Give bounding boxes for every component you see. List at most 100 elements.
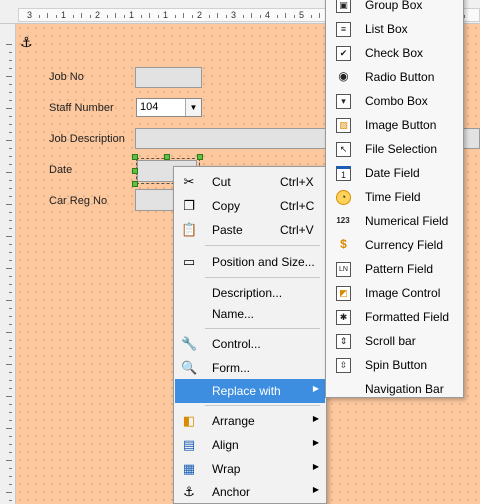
ruler-tick-label: 3 <box>27 10 33 20</box>
menu-item-control[interactable]: 🔧 Control... <box>175 332 325 356</box>
ruler-tick <box>208 15 210 18</box>
menu-item-replace-with[interactable]: Replace with ▶ <box>175 379 325 403</box>
resize-handle[interactable] <box>132 154 138 160</box>
ruler-tick <box>9 404 12 405</box>
list-box-icon: ≡ <box>336 22 351 37</box>
ruler-tick <box>9 380 12 381</box>
scissors-icon: ✂ <box>183 174 195 189</box>
date-label: Date <box>49 164 73 176</box>
menu-item-align[interactable]: ▤ Align ▶ <box>175 433 325 457</box>
ruler-tick <box>6 204 12 205</box>
ruler-tick <box>6 76 12 77</box>
submenu-arrow-icon: ▶ <box>312 438 319 447</box>
car-reg-no-field[interactable] <box>135 189 175 211</box>
menu-item-anchor[interactable]: ⚓ Anchor ▶ <box>175 480 325 504</box>
resize-handle[interactable] <box>132 168 138 174</box>
menu-item-wrap[interactable]: ▦ Wrap ▶ <box>175 457 325 481</box>
submenu-arrow-icon: ▶ <box>312 414 319 423</box>
position-size-icon: ▭ <box>182 254 196 269</box>
currency-field-icon: $ <box>340 237 347 251</box>
group-box-icon: ▣ <box>336 0 351 13</box>
submenu-item-label: Navigation Bar <box>365 382 444 396</box>
submenu-item-date-field[interactable]: 1 Date Field <box>327 161 462 185</box>
ruler-tick <box>217 13 218 18</box>
resize-handle[interactable] <box>164 154 170 160</box>
ruler-tick <box>251 13 252 18</box>
submenu-item-time-field[interactable]: ◔ Time Field <box>327 185 462 209</box>
ruler-tick <box>9 420 12 421</box>
menu-item-label: Arrange <box>212 414 255 428</box>
job-no-label: Job No <box>49 71 84 83</box>
menu-item-cut[interactable]: ✂ Cut Ctrl+X <box>175 170 325 194</box>
submenu-item-image-control[interactable]: ◩ Image Control <box>327 281 462 305</box>
staff-number-label: Staff Number <box>49 102 114 114</box>
submenu-item-radio-button[interactable]: ◉ Radio Button <box>327 65 462 89</box>
ruler-tick <box>81 13 82 18</box>
ruler-tick-label: 3 <box>231 10 237 20</box>
ruler-tick-label: 2 <box>197 10 203 20</box>
ruler-tick-label: 2 <box>95 10 101 20</box>
ruler-tick <box>9 220 12 221</box>
ruler-tick <box>6 460 12 461</box>
ruler-tick <box>9 372 12 373</box>
submenu-item-spin-button[interactable]: ⇳ Spin Button <box>327 353 462 377</box>
submenu-item-navigation-bar[interactable]: Navigation Bar <box>327 377 462 401</box>
ruler-tick <box>9 452 12 453</box>
ruler-tick <box>319 13 320 18</box>
staff-number-combo[interactable]: 104 ▼ <box>136 98 202 117</box>
ruler-tick <box>9 244 12 245</box>
submenu-item-pattern-field[interactable]: LN Pattern Field <box>327 257 462 281</box>
submenu-item-check-box[interactable]: ✔ Check Box <box>327 41 462 65</box>
job-no-field[interactable] <box>135 67 202 88</box>
resize-handle[interactable] <box>197 154 203 160</box>
ruler-tick <box>9 324 12 325</box>
submenu-item-combo-box[interactable]: ▾ Combo Box <box>327 89 462 113</box>
submenu-item-label: Radio Button <box>365 70 435 84</box>
ruler-tick <box>55 15 57 18</box>
control-properties-icon: 🔧 <box>181 336 198 351</box>
submenu-item-numerical-field[interactable]: 123 Numerical Field <box>327 209 462 233</box>
menu-item-arrange[interactable]: ◧ Arrange ▶ <box>175 409 325 433</box>
ruler-tick <box>174 15 176 18</box>
submenu-item-label: List Box <box>365 22 408 36</box>
replace-with-submenu: ▣ Group Box ≡ List Box ✔ Check Box ◉ Rad… <box>325 0 464 398</box>
radio-button-icon: ◉ <box>338 69 349 83</box>
ruler-tick <box>9 164 12 165</box>
submenu-item-file-selection[interactable]: ↖ File Selection <box>327 137 462 161</box>
ruler-tick <box>9 340 12 341</box>
menu-item-form[interactable]: 🔍 Form... <box>175 356 325 380</box>
menu-item-paste[interactable]: 📋 Paste Ctrl+V <box>175 218 325 242</box>
ruler-tick <box>293 15 295 18</box>
ruler-tick <box>6 364 12 365</box>
ruler-tick <box>6 108 12 109</box>
submenu-item-formatted-field[interactable]: ✱ Formatted Field <box>327 305 462 329</box>
time-field-icon: ◔ <box>336 190 351 205</box>
shortcut-label: Ctrl+X <box>280 175 314 189</box>
ruler-tick <box>242 15 244 18</box>
arrange-icon: ◧ <box>182 413 196 428</box>
ruler-tick <box>9 388 12 389</box>
menu-item-position-size[interactable]: ▭ Position and Size... <box>175 250 325 274</box>
ruler-tick <box>9 476 12 477</box>
chevron-down-icon[interactable]: ▼ <box>185 99 201 116</box>
ruler-tick <box>115 13 116 18</box>
wrap-icon: ▦ <box>182 461 196 476</box>
submenu-item-currency-field[interactable]: $ Currency Field <box>327 233 462 257</box>
ruler-tick <box>9 276 12 277</box>
resize-handle[interactable] <box>132 181 138 187</box>
submenu-item-scroll-bar[interactable]: ⇕ Scroll bar <box>327 329 462 353</box>
menu-item-label: Cut <box>212 175 231 189</box>
submenu-item-label: Pattern Field <box>365 262 434 276</box>
menu-item-name[interactable]: Name... <box>175 302 325 326</box>
ruler-tick <box>9 92 12 93</box>
menu-item-copy[interactable]: ❐ Copy Ctrl+C <box>175 194 325 218</box>
submenu-item-group-box[interactable]: ▣ Group Box <box>327 0 462 17</box>
submenu-item-list-box[interactable]: ≡ List Box <box>327 17 462 41</box>
ruler-tick <box>9 284 12 285</box>
menu-item-label: Position and Size... <box>212 255 315 269</box>
ruler-tick <box>9 148 12 149</box>
vertical-ruler <box>0 24 16 504</box>
submenu-item-image-button[interactable]: ▨ Image Button <box>327 113 462 137</box>
ruler-tick <box>6 172 12 173</box>
ruler-tick <box>9 468 12 469</box>
